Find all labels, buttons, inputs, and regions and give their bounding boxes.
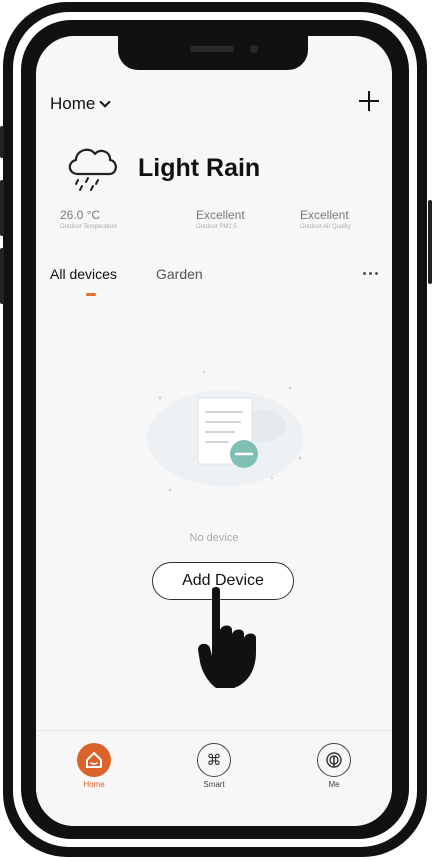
chevron-down-icon	[99, 96, 112, 108]
command-icon: ⌘	[197, 743, 231, 777]
notch	[118, 36, 308, 70]
house-icon	[77, 743, 111, 777]
nav-label-home: Home	[83, 780, 105, 789]
metric-label: Outdoor Temperature	[60, 224, 117, 230]
tab-garden[interactable]: Garden	[156, 266, 203, 282]
home-selector[interactable]: Home	[50, 92, 112, 116]
more-icon[interactable]	[363, 272, 378, 275]
bottom-nav: Home ⌘ Smart Me	[36, 730, 392, 826]
metric-value: Excellent	[300, 208, 349, 222]
cloud-rain-icon	[68, 148, 117, 191]
no-device-message: No device	[189, 532, 239, 544]
nav-smart[interactable]: ⌘ Smart	[186, 743, 242, 789]
front-camera	[250, 45, 258, 53]
nav-label-smart: Smart	[203, 780, 225, 789]
metric-label: Outdoor PM2.5	[196, 224, 237, 230]
nav-home[interactable]: Home	[66, 743, 122, 789]
speaker	[190, 46, 234, 52]
weather-condition: Light Rain	[138, 154, 261, 182]
app-screen: Home Light Rain 26.0 °C Outdoor Temperat…	[36, 36, 392, 826]
metric-value: Excellent	[196, 208, 245, 222]
metric-label: Outdoor Air Quality	[300, 224, 351, 230]
nav-label-me: Me	[328, 780, 340, 789]
metric-temperature: 26.0 °C Outdoor Temperature	[60, 208, 117, 230]
user-icon	[317, 743, 351, 777]
pointing-hand-icon	[198, 587, 256, 688]
power-button	[428, 200, 432, 284]
home-label: Home	[50, 94, 96, 113]
nav-me[interactable]: Me	[306, 743, 362, 789]
active-tab-indicator	[86, 293, 96, 296]
tab-all-devices[interactable]: All devices	[50, 266, 117, 282]
volume-up-button	[0, 180, 4, 236]
volume-down-button	[0, 248, 4, 304]
plus-icon[interactable]	[356, 88, 382, 114]
metric-value: 26.0 °C	[60, 208, 101, 222]
metric-air-quality: Excellent Outdoor Air Quality	[300, 208, 351, 230]
metric-pm25: Excellent Outdoor PM2.5	[196, 208, 245, 230]
empty-devices-illustration	[147, 370, 303, 492]
mute-switch	[0, 126, 4, 158]
